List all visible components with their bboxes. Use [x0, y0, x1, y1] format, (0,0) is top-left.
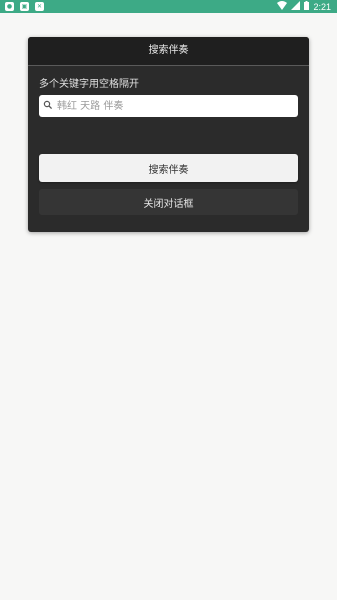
close-dialog-button[interactable]: 关闭对话框	[39, 189, 298, 215]
search-icon	[43, 100, 53, 110]
search-input[interactable]	[57, 95, 293, 117]
status-time: 2:21	[313, 1, 331, 12]
search-accompaniment-dialog: 搜索伴奏 多个关键字用空格隔开 搜索伴奏 关闭对话框	[28, 37, 309, 232]
battery-icon	[304, 1, 310, 12]
status-system: 2:21	[277, 1, 331, 12]
search-box[interactable]	[39, 95, 298, 117]
notification-icon-2: ▣	[20, 2, 29, 11]
dialog-title: 搜索伴奏	[28, 37, 309, 66]
notification-icon-1: ●	[5, 2, 14, 11]
wifi-icon	[277, 1, 288, 12]
notification-icon-3: ✕	[35, 2, 44, 11]
status-notifications: ● ▣ ✕	[5, 2, 44, 11]
signal-icon	[291, 1, 301, 12]
search-button[interactable]: 搜索伴奏	[39, 154, 298, 182]
keyword-hint: 多个关键字用空格隔开	[39, 79, 139, 90]
status-bar: ● ▣ ✕ 2:21	[0, 0, 337, 13]
